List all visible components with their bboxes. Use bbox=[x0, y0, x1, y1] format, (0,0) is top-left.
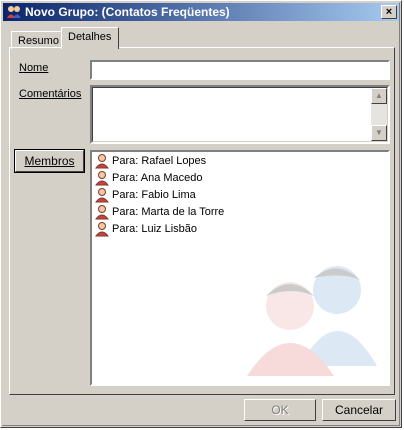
member-label: Para: Luiz Lisbão bbox=[112, 223, 197, 235]
ok-button[interactable]: OK bbox=[244, 399, 316, 421]
contact-icon bbox=[94, 188, 110, 203]
nome-label: Nome bbox=[19, 62, 49, 74]
list-item[interactable]: Para: Fabio Lima bbox=[94, 187, 196, 204]
contact-icon bbox=[94, 222, 110, 237]
membros-button[interactable]: Membros bbox=[14, 149, 85, 173]
close-icon: × bbox=[385, 6, 393, 18]
contact-icon bbox=[94, 154, 110, 169]
group-watermark-icon bbox=[247, 266, 377, 376]
comentarios-textarea[interactable]: ▲ ▼ bbox=[90, 85, 390, 144]
tab-resumo-label: Resumo bbox=[18, 35, 59, 47]
arrow-down-icon: ▼ bbox=[375, 128, 383, 137]
dialog-window: Novo Grupo: (Contatos Freqüentes) × Resu… bbox=[0, 0, 402, 428]
scroll-down-button[interactable]: ▼ bbox=[371, 125, 387, 141]
tab-detalhes-label: Detalhes bbox=[68, 31, 112, 43]
tab-detalhes[interactable]: Detalhes bbox=[61, 27, 119, 49]
member-label: Para: Fabio Lima bbox=[112, 189, 196, 201]
member-label: Para: Ana Macedo bbox=[112, 172, 203, 184]
members-list[interactable]: Para: Rafael Lopes Para: Ana Macedo Para… bbox=[90, 150, 390, 386]
list-item[interactable]: Para: Marta de la Torre bbox=[94, 204, 224, 221]
title-bar[interactable]: Novo Grupo: (Contatos Freqüentes) × bbox=[3, 3, 399, 21]
scroll-up-button[interactable]: ▲ bbox=[371, 88, 387, 104]
comentarios-scrollbar[interactable]: ▲ ▼ bbox=[371, 88, 387, 141]
contact-icon bbox=[94, 205, 110, 220]
nome-input[interactable] bbox=[90, 60, 390, 80]
comentarios-label: Comentários bbox=[19, 88, 82, 100]
contact-icon bbox=[94, 171, 110, 186]
close-button[interactable]: × bbox=[381, 5, 397, 19]
member-label: Para: Marta de la Torre bbox=[112, 206, 225, 218]
arrow-up-icon: ▲ bbox=[375, 91, 383, 100]
list-item[interactable]: Para: Ana Macedo bbox=[94, 170, 203, 187]
group-icon bbox=[7, 6, 21, 18]
cancel-button[interactable]: Cancelar bbox=[322, 399, 396, 421]
member-label: Para: Rafael Lopes bbox=[112, 155, 207, 167]
list-item[interactable]: Para: Rafael Lopes bbox=[94, 153, 206, 170]
window-title: Novo Grupo: (Contatos Freqüentes) bbox=[25, 5, 230, 19]
list-item[interactable]: Para: Luiz Lisbão bbox=[94, 221, 197, 238]
